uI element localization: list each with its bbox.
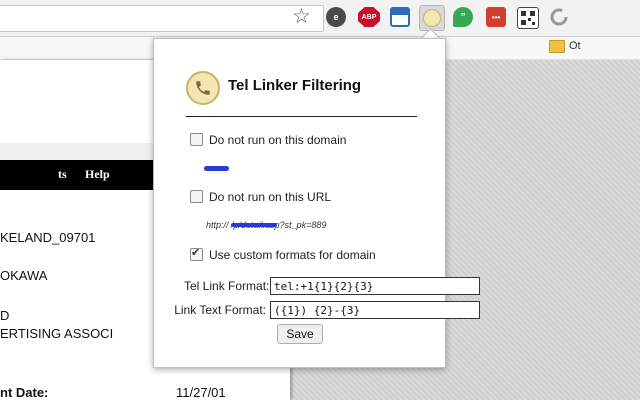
nav-item-help[interactable]: Help bbox=[85, 167, 110, 182]
custom-formats-checkbox-label: Use custom formats for domain bbox=[209, 248, 376, 262]
adblock-extension-icon[interactable]: ABP bbox=[358, 7, 380, 27]
tel-linker-popup: Tel Linker Filtering Do not run on this … bbox=[153, 38, 480, 368]
qr-code-extension-icon[interactable] bbox=[517, 7, 539, 29]
custom-formats-checkbox[interactable] bbox=[190, 246, 203, 261]
nav-item-partial[interactable]: ts bbox=[58, 167, 67, 182]
date-value: 11/27/01 bbox=[176, 385, 226, 400]
url-checkbox-label: Do not run on this URL bbox=[209, 190, 332, 204]
title-divider bbox=[186, 116, 417, 117]
page-text-line: OKAWA bbox=[0, 268, 48, 283]
page-text-line: ERTISING ASSOCI bbox=[0, 326, 114, 341]
refresh-extension-icon[interactable] bbox=[549, 7, 569, 27]
link-text-format-label: Link Text Format: bbox=[174, 303, 266, 317]
domain-checkbox[interactable] bbox=[190, 133, 203, 146]
address-bar[interactable] bbox=[0, 5, 324, 32]
redacted-url-part bbox=[231, 223, 277, 227]
hangouts-extension-icon[interactable]: ” bbox=[453, 7, 473, 27]
domain-checkbox-label: Do not run on this domain bbox=[209, 133, 347, 147]
url-checkbox[interactable] bbox=[190, 190, 203, 203]
phone-logo-icon bbox=[186, 71, 220, 105]
browser-toolbar: ☆ e ABP ” ••• bbox=[0, 0, 640, 37]
bookmark-folder-label[interactable]: Ot bbox=[569, 40, 581, 52]
page-text-line: D bbox=[0, 308, 10, 323]
date-label: nt Date: bbox=[0, 385, 49, 400]
redacted-domain bbox=[204, 166, 229, 171]
tel-link-format-label: Tel Link Format: bbox=[184, 279, 270, 293]
link-text-format-input[interactable] bbox=[270, 301, 480, 319]
popup-title: Tel Linker Filtering bbox=[228, 77, 362, 94]
bookmark-star-icon[interactable]: ☆ bbox=[292, 6, 311, 28]
window-extension-icon[interactable] bbox=[390, 7, 410, 27]
tel-link-format-input[interactable] bbox=[270, 277, 480, 295]
folder-icon bbox=[549, 40, 565, 53]
evernote-extension-icon[interactable]: e bbox=[326, 7, 346, 27]
dots-extension-icon[interactable]: ••• bbox=[486, 7, 506, 27]
page-text-line: KELAND_09701 bbox=[0, 230, 96, 245]
tel-linker-extension-icon[interactable] bbox=[419, 5, 445, 31]
save-button[interactable]: Save bbox=[277, 324, 323, 344]
